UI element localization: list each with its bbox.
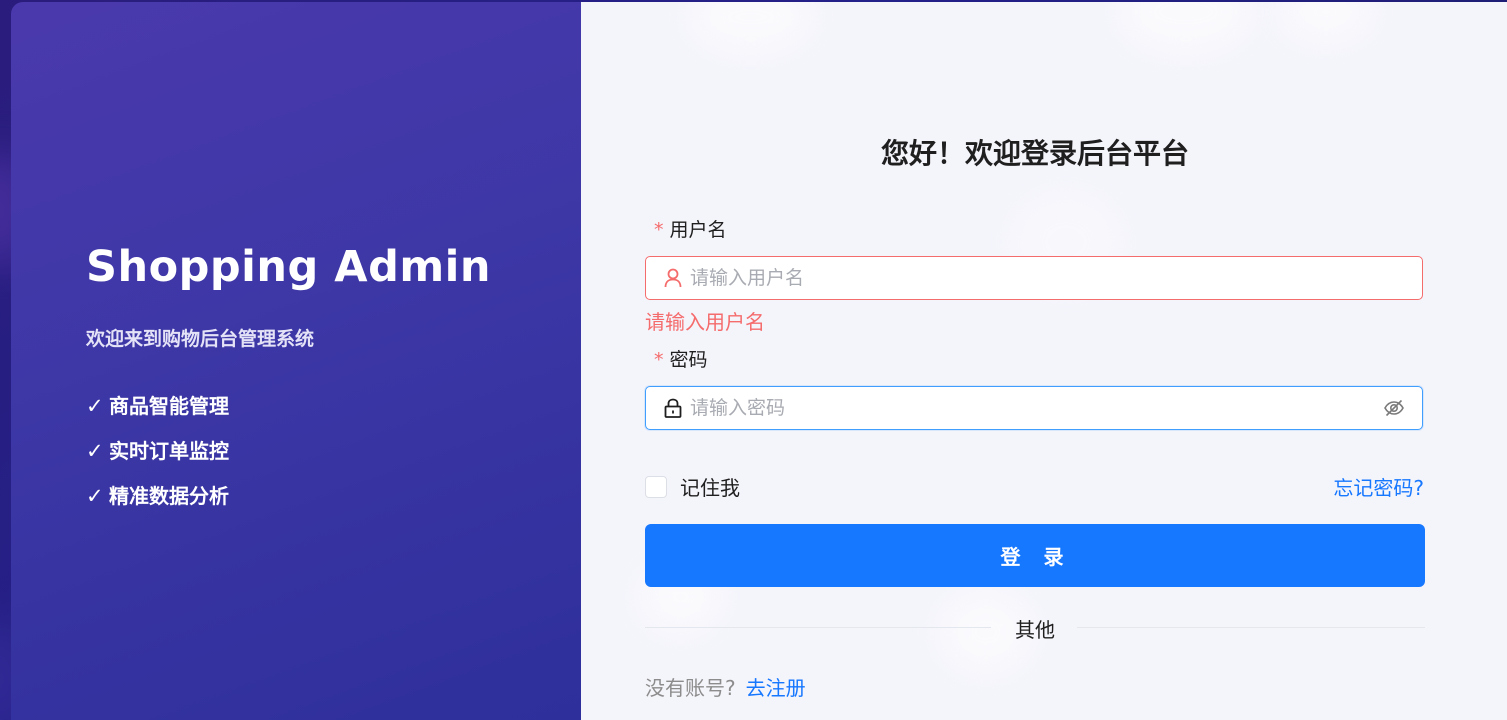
login-button[interactable]: 登 录: [645, 524, 1425, 587]
check-icon: ✓: [86, 394, 104, 418]
feature-text: 实时订单监控: [109, 439, 229, 463]
feature-text: 商品智能管理: [109, 394, 229, 418]
divider: 其他: [645, 614, 1425, 642]
feature-item: ✓ 实时订单监控: [86, 437, 229, 482]
password-label: * 密码: [654, 345, 708, 372]
background-blob: [1281, 2, 1371, 42]
background-blob: [691, 2, 811, 52]
forgot-password-link[interactable]: 忘记密码?: [1333, 472, 1424, 501]
divider-line: [1077, 627, 1425, 628]
username-field[interactable]: [645, 256, 1423, 300]
lock-icon: [664, 398, 682, 418]
check-icon: ✓: [86, 439, 104, 463]
login-card: Shopping Admin 欢迎来到购物后台管理系统 ✓ 商品智能管理 ✓ 实…: [11, 2, 1507, 720]
password-input[interactable]: [690, 387, 1383, 429]
required-mark: *: [654, 219, 664, 241]
register-link[interactable]: 去注册: [746, 676, 806, 700]
brand-title: Shopping Admin: [86, 242, 492, 292]
user-icon: [664, 268, 682, 288]
register-prompt-text: 没有账号?: [645, 676, 736, 700]
username-error: 请输入用户名: [645, 310, 765, 334]
form-panel: [581, 2, 1507, 720]
feature-text: 精准数据分析: [109, 484, 229, 508]
remember-me-checkbox[interactable]: 记住我: [645, 472, 740, 501]
password-label-text: 密码: [669, 349, 708, 371]
username-label: * 用户名: [654, 215, 727, 242]
brand-subtitle: 欢迎来到购物后台管理系统: [86, 328, 315, 350]
username-label-text: 用户名: [669, 219, 727, 241]
remember-me-label: 记住我: [680, 476, 740, 500]
register-prompt: 没有账号? 去注册: [645, 672, 806, 701]
check-icon: ✓: [86, 484, 104, 508]
page-title: 您好！欢迎登录后台平台: [880, 137, 1189, 170]
divider-text: 其他: [1015, 618, 1055, 642]
password-field[interactable]: [645, 386, 1423, 430]
feature-item: ✓ 精准数据分析: [86, 482, 229, 527]
background-blob: [1121, 2, 1251, 52]
checkbox-box[interactable]: [645, 475, 667, 498]
username-input[interactable]: [690, 257, 1422, 299]
feature-item: ✓ 商品智能管理: [86, 392, 229, 437]
feature-list: ✓ 商品智能管理 ✓ 实时订单监控 ✓ 精准数据分析: [86, 392, 229, 527]
eye-off-icon[interactable]: [1383, 397, 1405, 419]
required-mark: *: [654, 349, 664, 371]
brand-panel: Shopping Admin 欢迎来到购物后台管理系统 ✓ 商品智能管理 ✓ 实…: [11, 2, 581, 720]
